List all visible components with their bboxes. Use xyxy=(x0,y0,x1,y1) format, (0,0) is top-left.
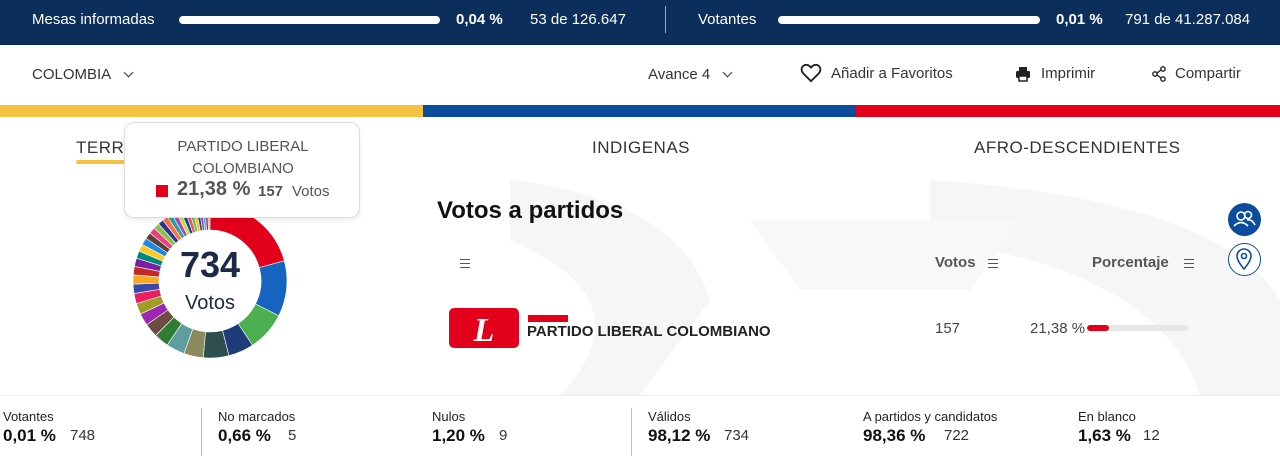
candidates-view-button[interactable] xyxy=(1228,203,1261,236)
section-title: Votos a partidos xyxy=(437,197,624,224)
share-icon xyxy=(1152,65,1166,82)
tooltip-votes: 157 xyxy=(258,183,284,200)
map-view-button[interactable] xyxy=(1228,243,1261,276)
tooltip-color-swatch xyxy=(156,185,168,197)
stat-percent: 1,20 % xyxy=(432,426,485,445)
stat-count: 734 xyxy=(724,427,750,444)
stat-percent: 98,12 % xyxy=(648,426,711,445)
votantes-progress xyxy=(778,16,1040,24)
party-percent: 21,38 % xyxy=(1030,320,1086,337)
stat-percent: 98,36 % xyxy=(863,426,926,445)
favorites-button[interactable]: Añadir a Favoritos xyxy=(800,63,953,83)
party-name: PARTIDO LIBERAL COLOMBIANO xyxy=(527,323,771,340)
votantes-count: 791 de 41.287.084 xyxy=(1125,11,1251,28)
chevron-down-icon xyxy=(123,67,134,78)
mesas-count: 53 de 126.647 xyxy=(530,11,626,28)
stat-label: No marcados xyxy=(218,409,296,424)
tooltip-votes-label: Votos xyxy=(292,183,330,200)
stat-label: En blanco xyxy=(1078,409,1136,424)
stat-count: 9 xyxy=(499,427,508,444)
chevron-down-icon xyxy=(722,67,733,78)
share-button[interactable]: Compartir xyxy=(1151,65,1241,82)
flag-stripe-red xyxy=(856,105,1280,117)
divider xyxy=(631,408,632,456)
col-header-votos[interactable]: Votos xyxy=(935,254,976,271)
tooltip-percent: 21,38 % xyxy=(177,178,251,200)
avance-dropdown[interactable]: Avance 4 xyxy=(648,66,733,83)
party-percent-bar-fill xyxy=(1087,325,1109,331)
mesas-percent: 0,04 % xyxy=(456,11,503,28)
stat-label: Nulos xyxy=(432,409,466,424)
menu-icon[interactable] xyxy=(988,259,998,268)
tooltip-party-line2: COLOMBIANO xyxy=(192,160,294,177)
chart-tooltip: PARTIDO LIBERAL COLOMBIANO 21,38 % 157 V… xyxy=(124,122,360,218)
users-icon xyxy=(1233,210,1256,227)
stat-percent: 0,01 % xyxy=(3,426,56,445)
stat-label: A partidos y candidatos xyxy=(863,409,998,424)
stat-percent: 0,66 % xyxy=(218,426,271,445)
party-percent-bar xyxy=(1087,325,1189,331)
menu-icon[interactable] xyxy=(460,259,470,268)
tooltip-party-line1: PARTIDO LIBERAL xyxy=(177,138,309,155)
stat-count: 748 xyxy=(70,427,96,444)
active-tab-indicator xyxy=(76,160,126,164)
donut-label: Votos xyxy=(184,292,236,314)
tooltip-party-name: PARTIDO LIBERAL COLOMBIANO xyxy=(125,136,361,180)
divider xyxy=(665,6,666,33)
party-votes: 157 xyxy=(935,320,961,337)
nav-bar: COLOMBIA Avance 4 Añadir a Favoritos Imp… xyxy=(0,45,1280,105)
menu-icon[interactable] xyxy=(1184,259,1194,268)
printer-icon xyxy=(1016,66,1030,82)
print-label: Imprimir xyxy=(1041,65,1096,82)
stat-count: 12 xyxy=(1143,427,1160,444)
tab-indigenas[interactable]: INDIGENAS xyxy=(592,138,690,158)
top-progress-bar: Mesas informadas 0,04 % 53 de 126.647 Vo… xyxy=(0,0,1280,45)
col-header-porcentaje[interactable]: Porcentaje xyxy=(1092,254,1169,271)
region-label: COLOMBIA xyxy=(32,66,112,83)
region-dropdown[interactable]: COLOMBIA xyxy=(32,66,134,83)
divider xyxy=(201,408,202,456)
flag-stripe-yellow xyxy=(0,105,423,117)
mesas-label: Mesas informadas xyxy=(32,11,155,28)
heart-icon xyxy=(800,63,822,83)
party-logo-letter: L xyxy=(473,312,495,348)
flag-stripe-blue xyxy=(423,105,856,117)
location-pin-icon xyxy=(1236,248,1252,271)
stat-percent: 1,63 % xyxy=(1078,426,1131,445)
party-logo: L xyxy=(449,308,519,348)
party-color-bar xyxy=(528,315,568,322)
stat-count: 5 xyxy=(288,427,297,444)
avance-label: Avance 4 xyxy=(648,66,711,83)
stat-label: Válidos xyxy=(648,409,691,424)
summary-stats-bar: Votantes 0,01 % 748 No marcados 0,66 % 5… xyxy=(0,395,1280,463)
votantes-percent: 0,01 % xyxy=(1056,11,1103,28)
share-label: Compartir xyxy=(1175,65,1241,82)
mesas-progress xyxy=(179,16,440,24)
stat-count: 722 xyxy=(944,427,970,444)
tab-afro-descendientes[interactable]: AFRO-DESCENDIENTES xyxy=(974,138,1180,158)
tab-territorial[interactable]: TERRI xyxy=(76,138,130,158)
donut-total: 734 xyxy=(179,244,241,285)
favorites-label: Añadir a Favoritos xyxy=(831,64,953,82)
print-button[interactable]: Imprimir xyxy=(1015,65,1095,82)
votantes-label: Votantes xyxy=(698,11,757,28)
stat-label: Votantes xyxy=(3,409,54,424)
